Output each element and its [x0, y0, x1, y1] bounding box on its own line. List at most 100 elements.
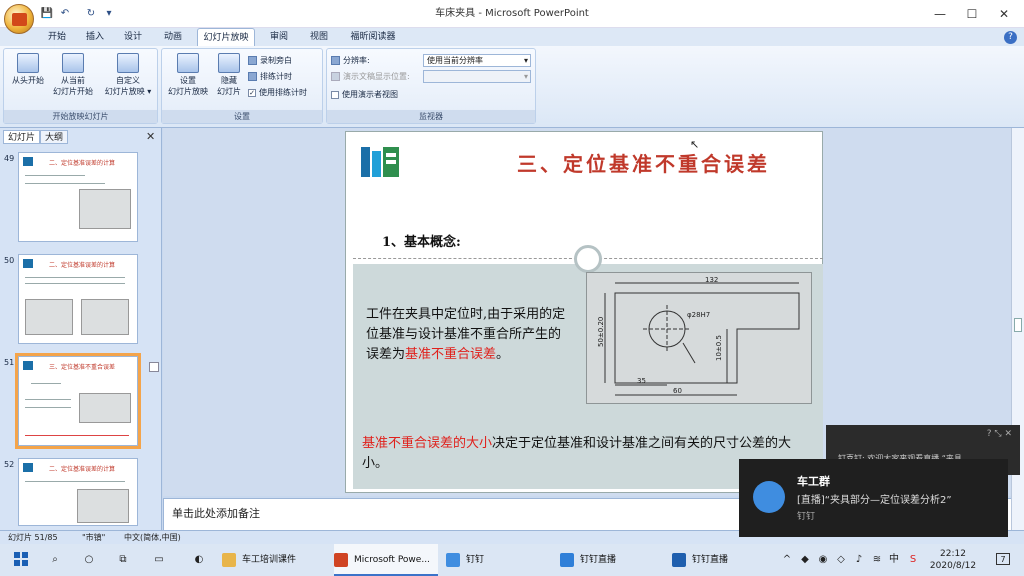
foot-highlight: 基准不重合误差的大小	[362, 436, 493, 451]
group-setup-label: 设置	[162, 110, 322, 123]
volume-icon[interactable]: ♪	[852, 544, 866, 576]
rehearse-label: 排练计时	[260, 72, 292, 81]
thumb-text-line	[25, 435, 129, 436]
tab-home[interactable]: 开始	[40, 28, 74, 46]
shield-icon[interactable]: ◆	[798, 544, 812, 576]
custom-show-icon	[117, 53, 139, 73]
tab-review[interactable]: 审阅	[262, 28, 296, 46]
tab-slides[interactable]: 幻灯片	[3, 130, 41, 144]
taskbar-label: 钉钉直播	[692, 555, 729, 565]
presenter-view-checkbox[interactable]: 使用演示者视图	[331, 88, 398, 102]
record-narration-button[interactable]: 录制旁白	[248, 54, 292, 68]
taskbar-item-live[interactable]: 钉钉直播	[560, 544, 660, 576]
clock[interactable]: 22:12 2020/8/12	[928, 548, 978, 572]
drawing-graphic: 132 φ28H7 50±0.20 10±0.5 35 60	[597, 276, 800, 396]
office-logo-icon	[12, 13, 27, 26]
thumb-text-line	[25, 481, 125, 482]
dingtalk-tray-icon[interactable]: ◇	[834, 544, 848, 576]
close-button[interactable]: ✕	[988, 0, 1020, 28]
from-beginning-button[interactable]: 从头开始	[6, 53, 50, 107]
custom-slideshow-button[interactable]: 自定义 幻灯片放映 ▾	[100, 53, 156, 107]
wifi-icon[interactable]: ≋	[870, 544, 884, 576]
slides-pane: 幻灯片 大纲 ✕ 49 二、定位基准误差的计算 50 二、定位基准误差的计算 5…	[0, 128, 162, 530]
dim-bottom-2: 60	[673, 387, 682, 395]
explorer-icon[interactable]: ▭	[146, 544, 172, 576]
from-beginning-label: 从头开始	[12, 76, 44, 85]
office-button[interactable]	[4, 4, 34, 34]
slide-thumbnail[interactable]: 二、定位基准误差的计算	[18, 152, 138, 242]
checkmark-icon: ✓	[248, 88, 256, 97]
sogou-icon[interactable]: S	[906, 544, 920, 576]
hide-label-1: 隐藏	[221, 76, 237, 85]
windows-logo-icon	[14, 552, 28, 566]
custom-label-1: 自定义	[116, 76, 140, 85]
body-highlight: 基准不重合误差	[405, 347, 497, 362]
network-icon[interactable]: ◉	[816, 544, 830, 576]
custom-label-2: 幻灯片放映 ▾	[104, 87, 152, 96]
logo-icon	[23, 157, 33, 166]
tab-outline[interactable]: 大纲	[40, 130, 69, 144]
qat-more-icon[interactable]: ▾	[102, 8, 116, 20]
tray-chevron-icon[interactable]: ^	[780, 544, 794, 576]
thumb-number: 52	[4, 460, 15, 469]
setup-slideshow-button[interactable]: 设置 幻灯片放映	[164, 53, 212, 107]
save-icon[interactable]: 💾	[40, 8, 54, 20]
windows-start-icon[interactable]	[8, 544, 34, 576]
hide-slide-button[interactable]: 隐藏 幻灯片	[212, 53, 246, 107]
edge-icon[interactable]: ◐	[186, 544, 212, 576]
use-timings-checkbox[interactable]: ✓ 使用排练计时	[248, 86, 307, 100]
toast-source: 钉钉	[797, 512, 816, 522]
tab-design[interactable]: 设计	[116, 28, 150, 46]
notification-toast[interactable]: 车工群 [直播]“夹具部分—定位误差分析2” 钉钉	[739, 459, 1008, 537]
ime-icon[interactable]: 中	[886, 544, 902, 576]
from-current-button[interactable]: 从当前 幻灯片开始	[48, 53, 98, 107]
undo-icon[interactable]: ↶	[58, 8, 72, 20]
minimize-button[interactable]: —	[924, 0, 956, 28]
tab-insert[interactable]: 插入	[78, 28, 112, 46]
group-setup: 设置 幻灯片放映 隐藏 幻灯片 录制旁白 排练计时 ✓ 使用排练计时 设置	[161, 48, 323, 124]
taskbar-item-folder[interactable]: 车工培训课件	[222, 544, 330, 576]
group-start-slideshow: 从头开始 从当前 幻灯片开始 自定义 幻灯片放映 ▾ 开始放映幻灯片	[3, 48, 158, 124]
taskbar: ⌕ ○ ⧉ ▭ ◐ 车工培训课件 Microsoft Powe... 钉钉 钉钉…	[0, 544, 1024, 576]
slide-subtitle: 1、基本概念:	[382, 235, 461, 250]
cortana-icon[interactable]: ○	[76, 544, 102, 576]
help-icon[interactable]: ?	[1004, 31, 1017, 44]
close-icon[interactable]: ? ⤡ ✕	[987, 429, 1012, 439]
slide-thumbnail[interactable]: 二、定位基准误差的计算	[18, 254, 138, 344]
taskbar-label: Microsoft Powe...	[354, 555, 430, 565]
tab-view[interactable]: 视图	[302, 28, 336, 46]
setup-label-2: 幻灯片放映	[168, 87, 208, 96]
dim-right: 10±0.5	[715, 335, 723, 361]
clock-date: 2020/8/12	[929, 561, 977, 571]
rehearse-timings-button[interactable]: 排练计时	[248, 70, 292, 84]
maximize-button[interactable]: ☐	[956, 0, 988, 28]
tab-animation[interactable]: 动画	[156, 28, 190, 46]
thumb-text-line	[25, 399, 71, 400]
show-on-select[interactable]: ▾	[423, 70, 531, 83]
taskbar-item-live-2[interactable]: 钉钉直播	[672, 544, 772, 576]
tab-slideshow[interactable]: 幻灯片放映	[197, 28, 255, 46]
taskbar-item-powerpoint[interactable]: Microsoft Powe...	[334, 544, 438, 576]
slide-thumbnail-selected[interactable]: 三、定位基准不重合误差	[15, 353, 141, 449]
resolution-value: 使用当前分辨率	[427, 56, 483, 65]
redo-icon[interactable]: ↻	[84, 8, 98, 20]
hide-slide-icon	[218, 53, 240, 73]
presenter-view-label: 使用演示者视图	[342, 90, 398, 99]
notification-center-icon[interactable]: 7	[990, 544, 1016, 576]
resolution-select[interactable]: 使用当前分辨率 ▾	[423, 54, 531, 67]
microphone-icon	[248, 56, 257, 65]
pane-scroll-thumb[interactable]	[149, 362, 159, 372]
close-pane-icon[interactable]: ✕	[146, 130, 155, 143]
show-on-label: 演示文稿显示位置:	[331, 70, 410, 84]
taskbar-label: 钉钉	[466, 555, 485, 565]
task-view-icon[interactable]: ⧉	[110, 544, 136, 576]
scroll-thumb[interactable]	[1014, 318, 1022, 332]
logo-icon	[23, 259, 33, 268]
search-icon[interactable]: ⌕	[42, 544, 68, 576]
taskbar-item-dingtalk[interactable]: 钉钉	[446, 544, 546, 576]
language: 中文(简体,中国)	[124, 533, 181, 542]
tab-foxit[interactable]: 福昕阅读器	[344, 28, 402, 46]
thumb-title: 三、定位基准不重合误差	[49, 364, 116, 371]
checkbox-icon	[331, 90, 339, 99]
slide-thumbnail[interactable]: 二、定位基准误差的计算	[18, 458, 138, 526]
